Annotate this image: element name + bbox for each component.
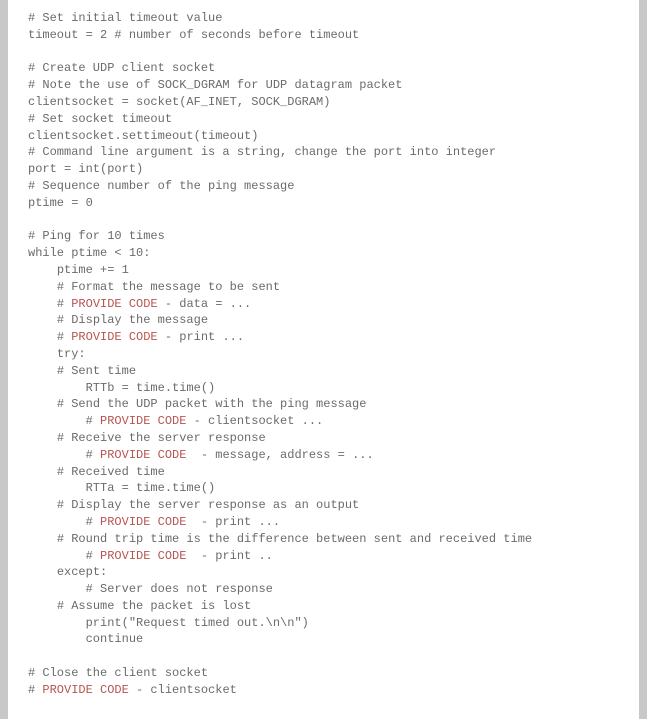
code-line: # PROVIDE CODE - print .. bbox=[28, 548, 619, 565]
provide-code-marker: PROVIDE CODE bbox=[100, 515, 186, 529]
code-line: # Sequence number of the ping message bbox=[28, 178, 619, 195]
code-line: ptime = 0 bbox=[28, 195, 619, 212]
code-line: port = int(port) bbox=[28, 161, 619, 178]
code-line: # Sent time bbox=[28, 363, 619, 380]
code-line bbox=[28, 212, 619, 229]
code-line: print("Request timed out.\n\n") bbox=[28, 615, 619, 632]
provide-code-marker: PROVIDE CODE bbox=[100, 448, 186, 462]
code-line: clientsocket.settimeout(timeout) bbox=[28, 128, 619, 145]
code-line: # Receive the server response bbox=[28, 430, 619, 447]
code-line: while ptime < 10: bbox=[28, 245, 619, 262]
code-line: ptime += 1 bbox=[28, 262, 619, 279]
code-line: try: bbox=[28, 346, 619, 363]
code-line: # Assume the packet is lost bbox=[28, 598, 619, 615]
code-line: # Received time bbox=[28, 464, 619, 481]
code-line: # Close the client socket bbox=[28, 665, 619, 682]
code-line bbox=[28, 648, 619, 665]
provide-code-marker: PROVIDE CODE bbox=[71, 330, 157, 344]
code-line: # PROVIDE CODE - message, address = ... bbox=[28, 447, 619, 464]
code-line: continue bbox=[28, 631, 619, 648]
code-line: clientsocket = socket(AF_INET, SOCK_DGRA… bbox=[28, 94, 619, 111]
code-line: # PROVIDE CODE - clientsocket bbox=[28, 682, 619, 699]
code-line: # Set socket timeout bbox=[28, 111, 619, 128]
code-line: # Round trip time is the difference betw… bbox=[28, 531, 619, 548]
code-line: RTTb = time.time() bbox=[28, 380, 619, 397]
code-line: # Note the use of SOCK_DGRAM for UDP dat… bbox=[28, 77, 619, 94]
code-line bbox=[28, 44, 619, 61]
code-block: # Set initial timeout valuetimeout = 2 #… bbox=[28, 10, 619, 699]
code-line: # Create UDP client socket bbox=[28, 60, 619, 77]
provide-code-marker: PROVIDE CODE bbox=[100, 414, 186, 428]
code-line: # Set initial timeout value bbox=[28, 10, 619, 27]
code-line: # Display the server response as an outp… bbox=[28, 497, 619, 514]
code-line: # PROVIDE CODE - print ... bbox=[28, 514, 619, 531]
code-line: # PROVIDE CODE - data = ... bbox=[28, 296, 619, 313]
code-line: # Format the message to be sent bbox=[28, 279, 619, 296]
code-line: # Send the UDP packet with the ping mess… bbox=[28, 396, 619, 413]
provide-code-marker: PROVIDE CODE bbox=[71, 297, 157, 311]
code-line: # Server does not response bbox=[28, 581, 619, 598]
code-line: # Display the message bbox=[28, 312, 619, 329]
code-line: # Command line argument is a string, cha… bbox=[28, 144, 619, 161]
code-line: RTTa = time.time() bbox=[28, 480, 619, 497]
document-frame: # Set initial timeout valuetimeout = 2 #… bbox=[0, 0, 647, 719]
code-page: # Set initial timeout valuetimeout = 2 #… bbox=[8, 0, 639, 719]
code-line: # PROVIDE CODE - print ... bbox=[28, 329, 619, 346]
provide-code-marker: PROVIDE CODE bbox=[42, 683, 128, 697]
code-line: timeout = 2 # number of seconds before t… bbox=[28, 27, 619, 44]
code-line: except: bbox=[28, 564, 619, 581]
code-line: # Ping for 10 times bbox=[28, 228, 619, 245]
code-line: # PROVIDE CODE - clientsocket ... bbox=[28, 413, 619, 430]
provide-code-marker: PROVIDE CODE bbox=[100, 549, 186, 563]
